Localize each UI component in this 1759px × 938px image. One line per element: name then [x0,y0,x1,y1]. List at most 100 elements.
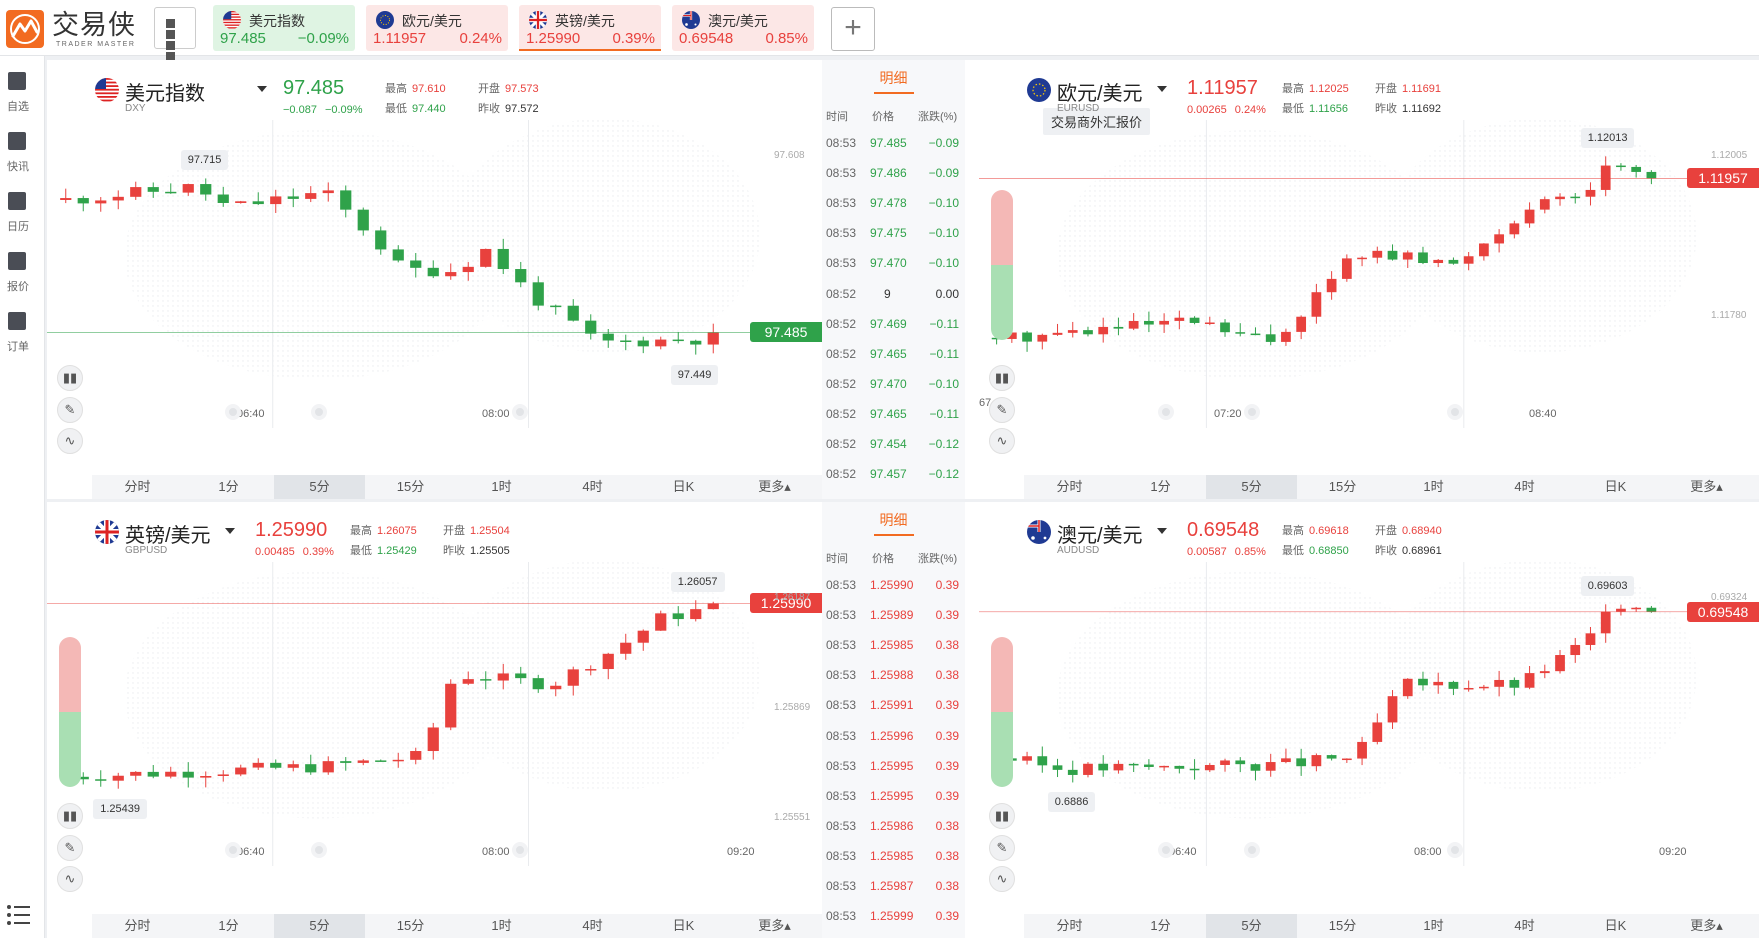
indicator-icon[interactable]: ∿ [57,866,83,892]
timeframe-tab-7[interactable]: 更多▴ [729,914,820,938]
timeframe-tab-7[interactable]: 更多▴ [1661,914,1752,938]
candle-type-icon[interactable]: ▮▮ [57,803,83,829]
timeframe-tab-3[interactable]: 15分 [365,475,456,499]
timeframe-tab-1[interactable]: 1分 [183,475,274,499]
sidebar-item-1[interactable]: 快讯 [0,126,45,176]
timeframe-tab-3[interactable]: 15分 [1297,475,1388,499]
detail-row: 08:52 97.457 −0.12 [822,467,965,487]
timeframe-tab-2[interactable]: 5分 [274,914,365,938]
scroll-handle-icon[interactable] [310,842,327,858]
timeframe-tab-4[interactable]: 1时 [456,914,547,938]
sidebar-item-3[interactable]: 报价 [0,246,45,296]
timeframe-tab-6[interactable]: 日K [638,475,729,499]
candle-body [1265,334,1276,342]
scroll-handle-icon[interactable] [1447,404,1463,420]
app-logo[interactable]: 交易侠 TRADER MASTER [6,9,144,49]
timeframe-tab-0[interactable]: 分时 [92,914,183,938]
detail-time: 08:53 [826,668,857,683]
detail-time: 08:53 [826,226,857,241]
chart-panel-eurusd[interactable]: 1.11957 1.12005 1.11780 1.12013 交易商外汇报价 67 欧元/… [979,60,1759,499]
scroll-handle-icon[interactable] [512,842,528,858]
pencil-icon[interactable]: ✎ [57,397,83,423]
candle-body [392,249,404,261]
timeframe-tab-4[interactable]: 1时 [1388,475,1479,499]
quote-tab-eu[interactable]: 欧元/美元 1.11957 0.24% [366,5,508,51]
add-tab-button[interactable]: + [831,7,875,51]
chart-panel-audusd[interactable]: 0.69548 0.69324 0.69603 0.6886 澳元/美元 AUDUSD 0.… [979,502,1759,938]
timeframe-tab-2[interactable]: 5分 [1206,475,1297,499]
detail-change: −0.11 [929,316,959,331]
timeframe-tab-5[interactable]: 4时 [1479,914,1570,938]
timeframe-tab-6[interactable]: 日K [1570,914,1661,938]
scroll-handle-icon[interactable] [310,404,327,420]
timeframe-tab-2[interactable]: 5分 [274,475,365,499]
chart-line-icon [8,252,26,270]
candle-type-icon[interactable]: ▮▮ [989,365,1015,391]
layout-grid-button[interactable] [154,7,196,61]
instrument-name[interactable]: 美元指数 [125,77,205,106]
candle-body [1509,679,1520,688]
detail-change: −0.10 [928,226,959,241]
chart-panel-dxy[interactable]: 97.485 97.608 97.715 97.449 美元指数 DXY 97.485 −0.… [47,60,1012,499]
price-change: 0.00265 0.24% [1187,104,1266,116]
chevron-down-icon[interactable] [225,528,235,534]
menu-icon[interactable] [6,904,30,926]
candle-type-icon[interactable]: ▮▮ [989,803,1015,829]
candle-body [1509,223,1520,235]
sidebar-item-4[interactable]: 订单 [0,306,45,356]
detail-time: 08:53 [826,758,857,773]
timeframe-tab-3[interactable]: 15分 [1297,914,1388,938]
scroll-handle-icon[interactable] [512,404,528,420]
indicator-icon[interactable]: ∿ [989,428,1015,454]
timeframe-tab-6[interactable]: 日K [1570,475,1661,499]
timeframe-tab-2[interactable]: 5分 [1206,914,1297,938]
detail-title[interactable]: 明细 [822,510,965,530]
quote-tab-us[interactable]: 美元指数 97.485 −0.09% [213,5,355,51]
detail-change: −0.11 [929,406,959,421]
map-background [1384,118,1697,353]
indicator-icon[interactable]: ∿ [57,428,83,454]
chart-panel-gbpusd[interactable]: 1.25990 1.26187 1.25869 1.25551 1.26057 1.254… [47,502,1012,938]
timeframe-tab-0[interactable]: 分时 [1024,475,1115,499]
timeframe-tab-3[interactable]: 15分 [365,914,456,938]
instrument-name[interactable]: 欧元/美元 [1057,77,1143,106]
timeframe-tab-1[interactable]: 1分 [1115,475,1206,499]
scroll-handle-icon[interactable] [1447,842,1463,858]
chevron-down-icon[interactable] [1157,528,1167,534]
chevron-down-icon[interactable] [257,86,267,92]
quote-tab-au[interactable]: 澳元/美元 0.69548 0.85% [672,5,814,51]
indicator-icon[interactable]: ∿ [989,866,1015,892]
instrument-name[interactable]: 澳元/美元 [1057,519,1143,548]
pencil-icon[interactable]: ✎ [989,835,1015,861]
timeframe-tab-5[interactable]: 4时 [547,914,638,938]
candle-type-icon[interactable]: ▮▮ [57,365,83,391]
candle-body [1052,765,1063,770]
quote-tab-name: 英镑/美元 [555,13,615,29]
quote-tab-gb[interactable]: 英镑/美元 1.25990 0.39% [519,5,661,51]
timeframe-tab-0[interactable]: 分时 [92,475,183,499]
logo-text: 交易侠 [52,10,136,40]
timeframe-tab-1[interactable]: 1分 [1115,914,1206,938]
timeframe-tab-0[interactable]: 分时 [1024,914,1115,938]
detail-row: 08:52 97.465 −0.11 [822,347,965,367]
candle-body [1631,607,1642,610]
candle-body [1463,687,1474,690]
timeframe-tab-5[interactable]: 4时 [547,475,638,499]
detail-price: 1.25999 [870,909,914,924]
timeframe-tab-4[interactable]: 1时 [456,475,547,499]
timeframe-tab-7[interactable]: 更多▴ [729,475,820,499]
pencil-icon[interactable]: ✎ [989,397,1015,423]
timeframe-tab-5[interactable]: 4时 [1479,475,1570,499]
sidebar-item-0[interactable]: 自选 [0,66,45,116]
sidebar-item-2[interactable]: 日历 [0,186,45,236]
instrument-code: GBPUSD [125,545,168,556]
timeframe-tab-6[interactable]: 日K [638,914,729,938]
instrument-name[interactable]: 英镑/美元 [125,519,211,548]
detail-title[interactable]: 明细 [822,68,965,88]
ohlc-label: 开盘 [1375,83,1397,95]
timeframe-tab-4[interactable]: 1时 [1388,914,1479,938]
timeframe-tab-1[interactable]: 1分 [183,914,274,938]
chevron-down-icon[interactable] [1157,86,1167,92]
timeframe-tab-7[interactable]: 更多▴ [1661,475,1752,499]
pencil-icon[interactable]: ✎ [57,835,83,861]
